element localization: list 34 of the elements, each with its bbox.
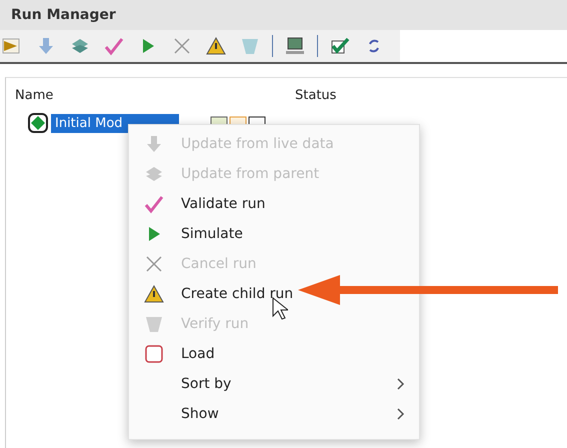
down-arrow-icon xyxy=(36,36,56,56)
menu-item-label: Verify run xyxy=(181,316,250,332)
run-status-icon xyxy=(28,113,48,133)
close-icon xyxy=(144,254,164,274)
warning-icon xyxy=(144,284,164,304)
menu-item[interactable]: Sort by xyxy=(129,369,419,399)
menu-item-label: Sort by xyxy=(181,376,232,392)
monitor-icon xyxy=(285,36,305,56)
check-icon xyxy=(104,36,124,56)
menu-item-label: Validate run xyxy=(181,196,266,212)
menu-item-label: Simulate xyxy=(181,226,244,242)
menu-item-label: Update from live data xyxy=(181,136,335,152)
check-icon xyxy=(144,194,164,214)
window-title: Run Manager xyxy=(11,7,116,23)
warning-icon xyxy=(206,36,226,56)
stack-icon xyxy=(70,36,90,56)
down-arrow-icon xyxy=(144,134,164,154)
square-icon xyxy=(144,344,164,364)
stack-icon xyxy=(144,164,164,184)
menu-item[interactable]: Load xyxy=(129,339,419,369)
menu-item[interactable]: Show xyxy=(129,399,419,429)
menu-item-label: Update from parent xyxy=(181,166,320,182)
menu-item[interactable]: Validate run xyxy=(129,189,419,219)
menu-item-label: Load xyxy=(181,346,216,362)
play-box-icon xyxy=(2,36,22,56)
column-header[interactable]: Status xyxy=(286,88,426,102)
menu-item-label: Show xyxy=(181,406,220,422)
menu-item[interactable]: Simulate xyxy=(129,219,419,249)
menu-item-label: Cancel run xyxy=(181,256,258,272)
menu-item-label: Create child run xyxy=(181,286,294,302)
close-icon xyxy=(172,36,192,56)
column-header[interactable]: Name xyxy=(6,88,286,102)
checkbox-icon xyxy=(330,36,350,56)
cursor-icon xyxy=(272,297,288,321)
